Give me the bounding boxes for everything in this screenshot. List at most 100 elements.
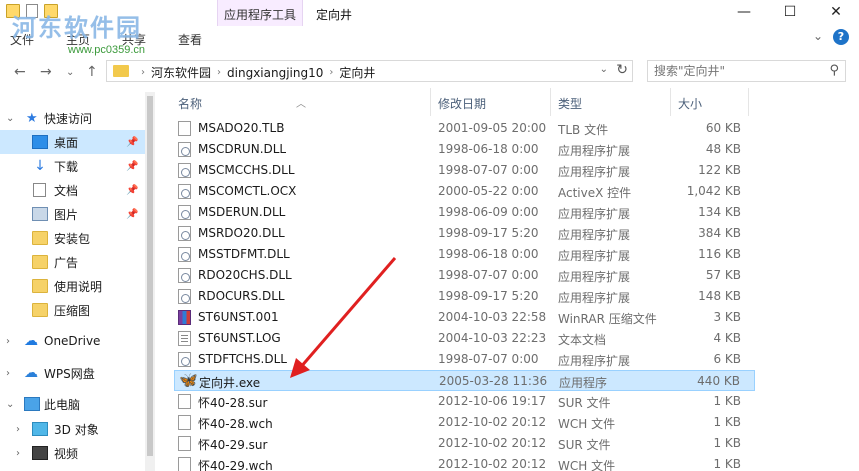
nav-label: OneDrive bbox=[44, 334, 101, 348]
address-bar[interactable]: › 河东软件园 › dingxiangjing10 › 定向井 ⌄ ↻ bbox=[106, 60, 633, 82]
chevron-down-icon[interactable]: ⌄ bbox=[6, 399, 14, 410]
scrollbar-thumb[interactable] bbox=[147, 96, 153, 456]
file-date: 1998-07-07 0:00 bbox=[438, 163, 539, 177]
file-name: STDFTCHS.DLL bbox=[198, 352, 287, 366]
file-row[interactable]: MSADO20.TLB 2001-09-05 20:00 TLB 文件 60 KB bbox=[174, 118, 755, 139]
maximize-button[interactable]: ☐ bbox=[767, 0, 813, 26]
chevron-right-icon[interactable]: › bbox=[16, 424, 20, 435]
file-row[interactable]: MSCMCCHS.DLL 1998-07-07 0:00 应用程序扩展 122 KB bbox=[174, 160, 755, 181]
file-row[interactable]: 怀40-29.wch 2012-10-02 20:12 WCH 文件 1 KB bbox=[174, 454, 755, 471]
chevron-right-icon[interactable]: › bbox=[16, 448, 20, 459]
download-icon: ↓ bbox=[34, 158, 46, 174]
nav-item-folder[interactable]: 使用说明 bbox=[0, 274, 145, 298]
file-row[interactable]: STDFTCHS.DLL 1998-07-07 0:00 应用程序扩展 6 KB bbox=[174, 349, 755, 370]
address-row: ← → ⌄ ↑ › 河东软件园 › dingxiangjing10 › 定向井 … bbox=[0, 56, 859, 88]
forward-button[interactable]: → bbox=[40, 64, 52, 80]
chevron-right-icon[interactable]: › bbox=[6, 368, 10, 379]
nav-item-folder[interactable]: 广告 bbox=[0, 250, 145, 274]
computer-icon bbox=[24, 397, 40, 411]
file-row[interactable]: MSRDO20.DLL 1998-09-17 5:20 应用程序扩展 384 KB bbox=[174, 223, 755, 244]
file-name: RDO20CHS.DLL bbox=[198, 268, 292, 282]
nav-item-videos[interactable]: › 视频 bbox=[0, 441, 145, 465]
wps-cloud-icon: ☁ bbox=[24, 365, 38, 381]
column-header-name[interactable]: 名称 bbox=[178, 95, 202, 112]
search-icon[interactable]: ⚲ bbox=[829, 63, 839, 78]
file-name: MSDERUN.DLL bbox=[198, 205, 286, 219]
nav-item-desktop[interactable]: 桌面 📌 bbox=[0, 130, 145, 154]
chevron-down-icon[interactable]: ⌄ bbox=[6, 113, 14, 124]
column-header-size[interactable]: 大小 bbox=[678, 95, 702, 112]
close-button[interactable]: ✕ bbox=[813, 0, 859, 26]
pin-icon[interactable]: 📌 bbox=[126, 185, 138, 196]
nav-item-downloads[interactable]: ↓ 下载 📌 bbox=[0, 154, 145, 178]
nav-item-this-pc[interactable]: ⌄ 此电脑 bbox=[0, 392, 145, 416]
file-row[interactable]: MSDERUN.DLL 1998-06-09 0:00 应用程序扩展 134 KB bbox=[174, 202, 755, 223]
file-date: 2004-10-03 22:23 bbox=[438, 331, 547, 345]
nav-item-pictures[interactable]: 图片 📌 bbox=[0, 202, 145, 226]
watermark-logo: 河东软件园 www.pc0359.cn bbox=[12, 8, 145, 56]
nav-item-3d-objects[interactable]: › 3D 对象 bbox=[0, 417, 145, 441]
file-row[interactable]: ST6UNST.001 2004-10-03 22:58 WinRAR 压缩文件 3 … bbox=[174, 307, 755, 328]
nav-label: 视频 bbox=[54, 446, 79, 461]
file-row[interactable]: 怀40-28.sur 2012-10-06 19:17 SUR 文件 1 KB bbox=[174, 391, 755, 412]
file-name: 怀40-29.wch bbox=[198, 459, 273, 471]
pin-icon[interactable]: 📌 bbox=[126, 209, 138, 220]
file-size: 1,042 KB bbox=[686, 184, 741, 198]
help-icon[interactable]: ? bbox=[833, 29, 849, 45]
file-size: 134 KB bbox=[698, 205, 741, 219]
butterfly-app-icon: 🦋 bbox=[179, 371, 198, 389]
chevron-right-icon[interactable]: › bbox=[6, 336, 10, 347]
file-icon bbox=[178, 394, 191, 409]
cloud-icon: ☁ bbox=[24, 333, 38, 349]
tab-view[interactable]: 查看 bbox=[178, 31, 202, 48]
nav-item-folder[interactable]: 安装包 bbox=[0, 226, 145, 250]
nav-label: 安装包 bbox=[54, 231, 91, 246]
file-date: 2012-10-06 19:17 bbox=[438, 394, 547, 408]
nav-item-folder[interactable]: 压缩图 bbox=[0, 298, 145, 322]
file-size: 57 KB bbox=[705, 268, 741, 282]
ribbon-expand-icon[interactable]: ⌄ bbox=[813, 29, 823, 45]
file-row[interactable]: MSCOMCTL.OCX 2000-05-22 0:00 ActiveX 控件 1,0… bbox=[174, 181, 755, 202]
up-button[interactable]: ↑ bbox=[86, 64, 98, 80]
file-date: 1998-06-18 0:00 bbox=[438, 247, 539, 261]
address-dropdown-icon[interactable]: ⌄ bbox=[600, 64, 608, 75]
file-type: WinRAR 压缩文件 bbox=[558, 312, 657, 326]
breadcrumb-item[interactable]: 定向井 bbox=[339, 64, 375, 81]
file-date: 2005-03-28 11:36 bbox=[439, 374, 548, 388]
file-name: MSRDO20.DLL bbox=[198, 226, 285, 240]
nav-item-onedrive[interactable]: › ☁ OneDrive bbox=[0, 329, 145, 353]
refresh-icon[interactable]: ↻ bbox=[616, 62, 628, 78]
search-box[interactable]: ⚲ bbox=[647, 60, 846, 82]
file-icon bbox=[178, 457, 191, 471]
file-date: 1998-09-17 5:20 bbox=[438, 226, 539, 240]
watermark-title: 河东软件园 bbox=[12, 13, 142, 42]
file-row[interactable]: RDOCURS.DLL 1998-09-17 5:20 应用程序扩展 148 KB bbox=[174, 286, 755, 307]
nav-item-documents[interactable]: 文档 📌 bbox=[0, 178, 145, 202]
recent-locations-button[interactable]: ⌄ bbox=[66, 67, 74, 78]
breadcrumb-item[interactable]: 河东软件园 bbox=[151, 64, 211, 81]
nav-scrollbar[interactable] bbox=[145, 92, 155, 471]
file-type: 应用程序扩展 bbox=[558, 144, 631, 158]
search-input[interactable] bbox=[648, 61, 818, 81]
back-button[interactable]: ← bbox=[14, 64, 26, 80]
watermark-url: www.pc0359.cn bbox=[68, 44, 146, 56]
file-row[interactable]: MSSTDFMT.DLL 1998-06-18 0:00 应用程序扩展 116 KB bbox=[174, 244, 755, 265]
file-row[interactable]: 怀40-29.sur 2012-10-02 20:12 SUR 文件 1 KB bbox=[174, 433, 755, 454]
file-type: TLB 文件 bbox=[558, 123, 609, 137]
file-date: 2012-10-02 20:12 bbox=[438, 457, 547, 471]
file-type: SUR 文件 bbox=[558, 396, 611, 410]
file-name: ST6UNST.LOG bbox=[198, 331, 281, 345]
breadcrumb-item[interactable]: dingxiangjing10 bbox=[227, 66, 323, 80]
file-row[interactable]: ST6UNST.LOG 2004-10-03 22:23 文本文档 4 KB bbox=[174, 328, 755, 349]
file-row[interactable]: 🦋 定向井.exe 2005-03-28 11:36 应用程序 440 KB bbox=[174, 370, 755, 391]
nav-item-wps[interactable]: › ☁ WPS网盘 bbox=[0, 361, 145, 385]
column-header-date[interactable]: 修改日期 bbox=[438, 95, 486, 112]
file-row[interactable]: 怀40-28.wch 2012-10-02 20:12 WCH 文件 1 KB bbox=[174, 412, 755, 433]
column-header-type[interactable]: 类型 bbox=[558, 95, 582, 112]
pin-icon[interactable]: 📌 bbox=[126, 161, 138, 172]
file-row[interactable]: RDO20CHS.DLL 1998-07-07 0:00 应用程序扩展 57 KB bbox=[174, 265, 755, 286]
file-row[interactable]: MSCDRUN.DLL 1998-06-18 0:00 应用程序扩展 48 KB bbox=[174, 139, 755, 160]
pin-icon[interactable]: 📌 bbox=[126, 137, 138, 148]
nav-quick-access[interactable]: ⌄ ★ 快速访问 bbox=[0, 106, 145, 130]
minimize-button[interactable]: — bbox=[721, 0, 767, 26]
